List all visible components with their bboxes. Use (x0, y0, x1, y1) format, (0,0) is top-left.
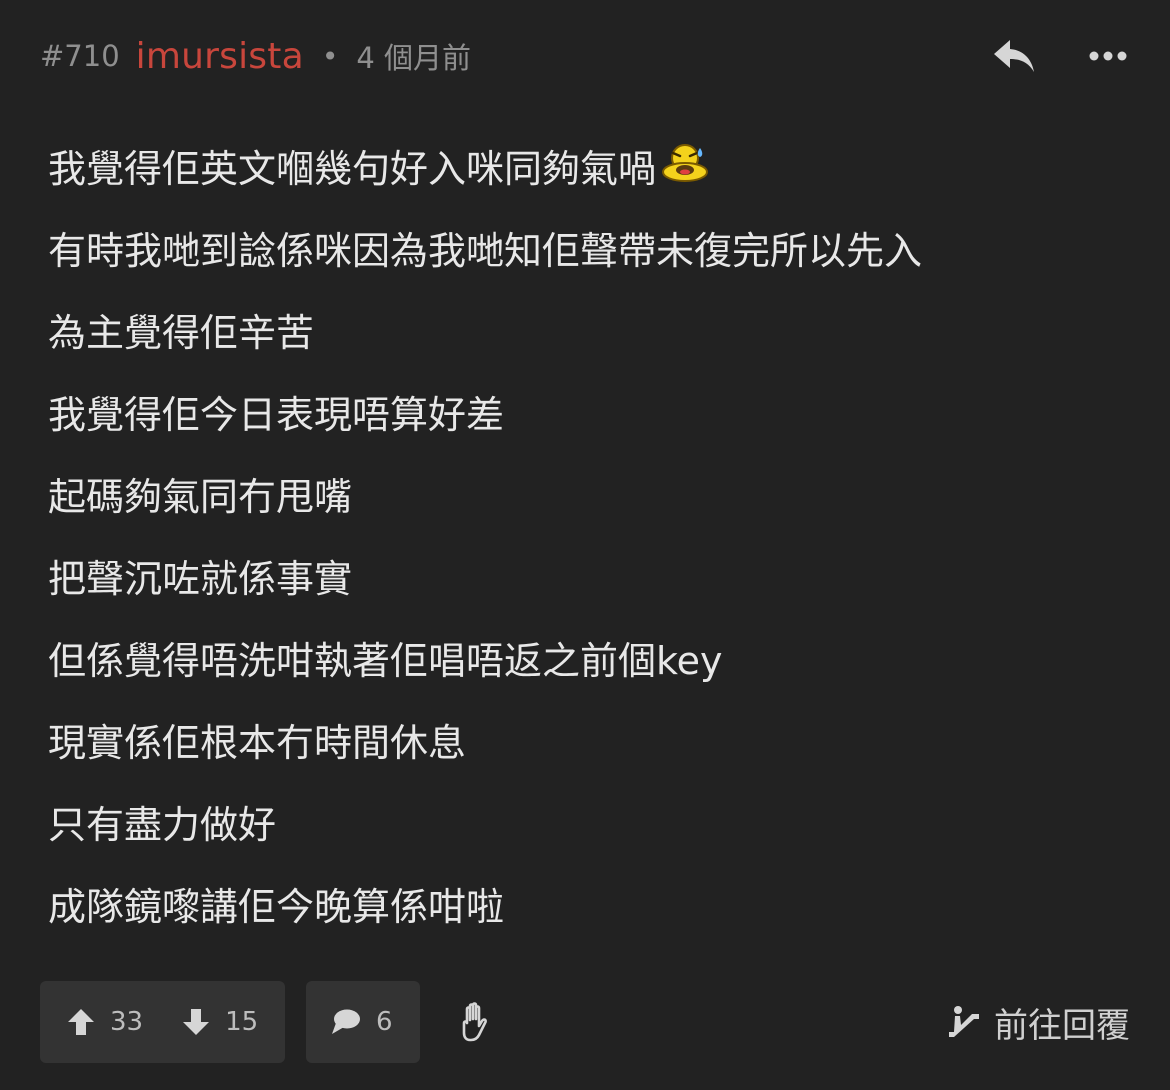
content-line-6: 把聲沉咗就係事實 (48, 557, 353, 601)
raised-hand-icon[interactable] (458, 1002, 494, 1042)
goto-reply-label: 前往回覆 (994, 1005, 1130, 1046)
vote-box: 33 15 (40, 981, 285, 1063)
header-actions (992, 28, 1130, 84)
post-number: #710 (40, 39, 120, 73)
comment-count: 6 (376, 1007, 393, 1037)
downvote-button[interactable]: 15 (181, 981, 258, 1063)
downvote-count: 15 (225, 1007, 259, 1037)
post-footer: 33 15 6 前往回覆 (40, 981, 1130, 1063)
content-line-8: 現實係佢根本冇時間休息 (48, 721, 467, 765)
arrow-up-icon (68, 1009, 94, 1035)
username-link[interactable]: imursista (136, 36, 304, 77)
upvote-count: 33 (110, 1007, 144, 1037)
content-line-text: 我覺得佢英文嗰幾句好入咪同夠氣喎 (48, 147, 657, 191)
comment-bubble-icon (332, 1009, 360, 1034)
arrow-down-icon (183, 1009, 210, 1035)
post-time: 4 個月前 (356, 41, 472, 75)
content-line-10: 成隊鏡嚟講佢今晚算係咁啦 (48, 885, 505, 929)
content-line-2: 有時我哋到諗係咪因為我哋知佢聲帶未復完所以先入 (48, 229, 923, 273)
comments-button[interactable]: 6 (306, 981, 420, 1063)
content-line-9: 只有盡力做好 (48, 803, 277, 847)
reply-arrow-icon[interactable] (992, 36, 1036, 76)
content-line-4: 我覺得佢今日表現唔算好差 (48, 393, 505, 437)
goto-reply-button[interactable]: 前往回覆 (946, 981, 1130, 1063)
post-header: #710 imursista • 4 個月前 (40, 28, 1130, 84)
upvote-button[interactable]: 33 (66, 981, 143, 1063)
content-line-7: 但係覺得唔洗咁執著佢唱唔返之前個key (48, 639, 723, 683)
escalator-icon (949, 1006, 979, 1037)
content-line-3: 為主覺得佢辛苦 (48, 311, 315, 355)
content-line-1: 我覺得佢英文嗰幾句好入咪同夠氣喎 (48, 128, 1130, 210)
more-dots-icon[interactable] (1088, 50, 1128, 62)
content-line-5: 起碼夠氣同冇甩嘴 (48, 475, 353, 519)
separator-dot: • (321, 39, 339, 73)
sweat-emoji-icon (662, 144, 709, 182)
post-content: 我覺得佢英文嗰幾句好入咪同夠氣喎 有時我哋到諗係咪因為我哋知佢聲帶未復完所以先入… (48, 128, 1130, 948)
